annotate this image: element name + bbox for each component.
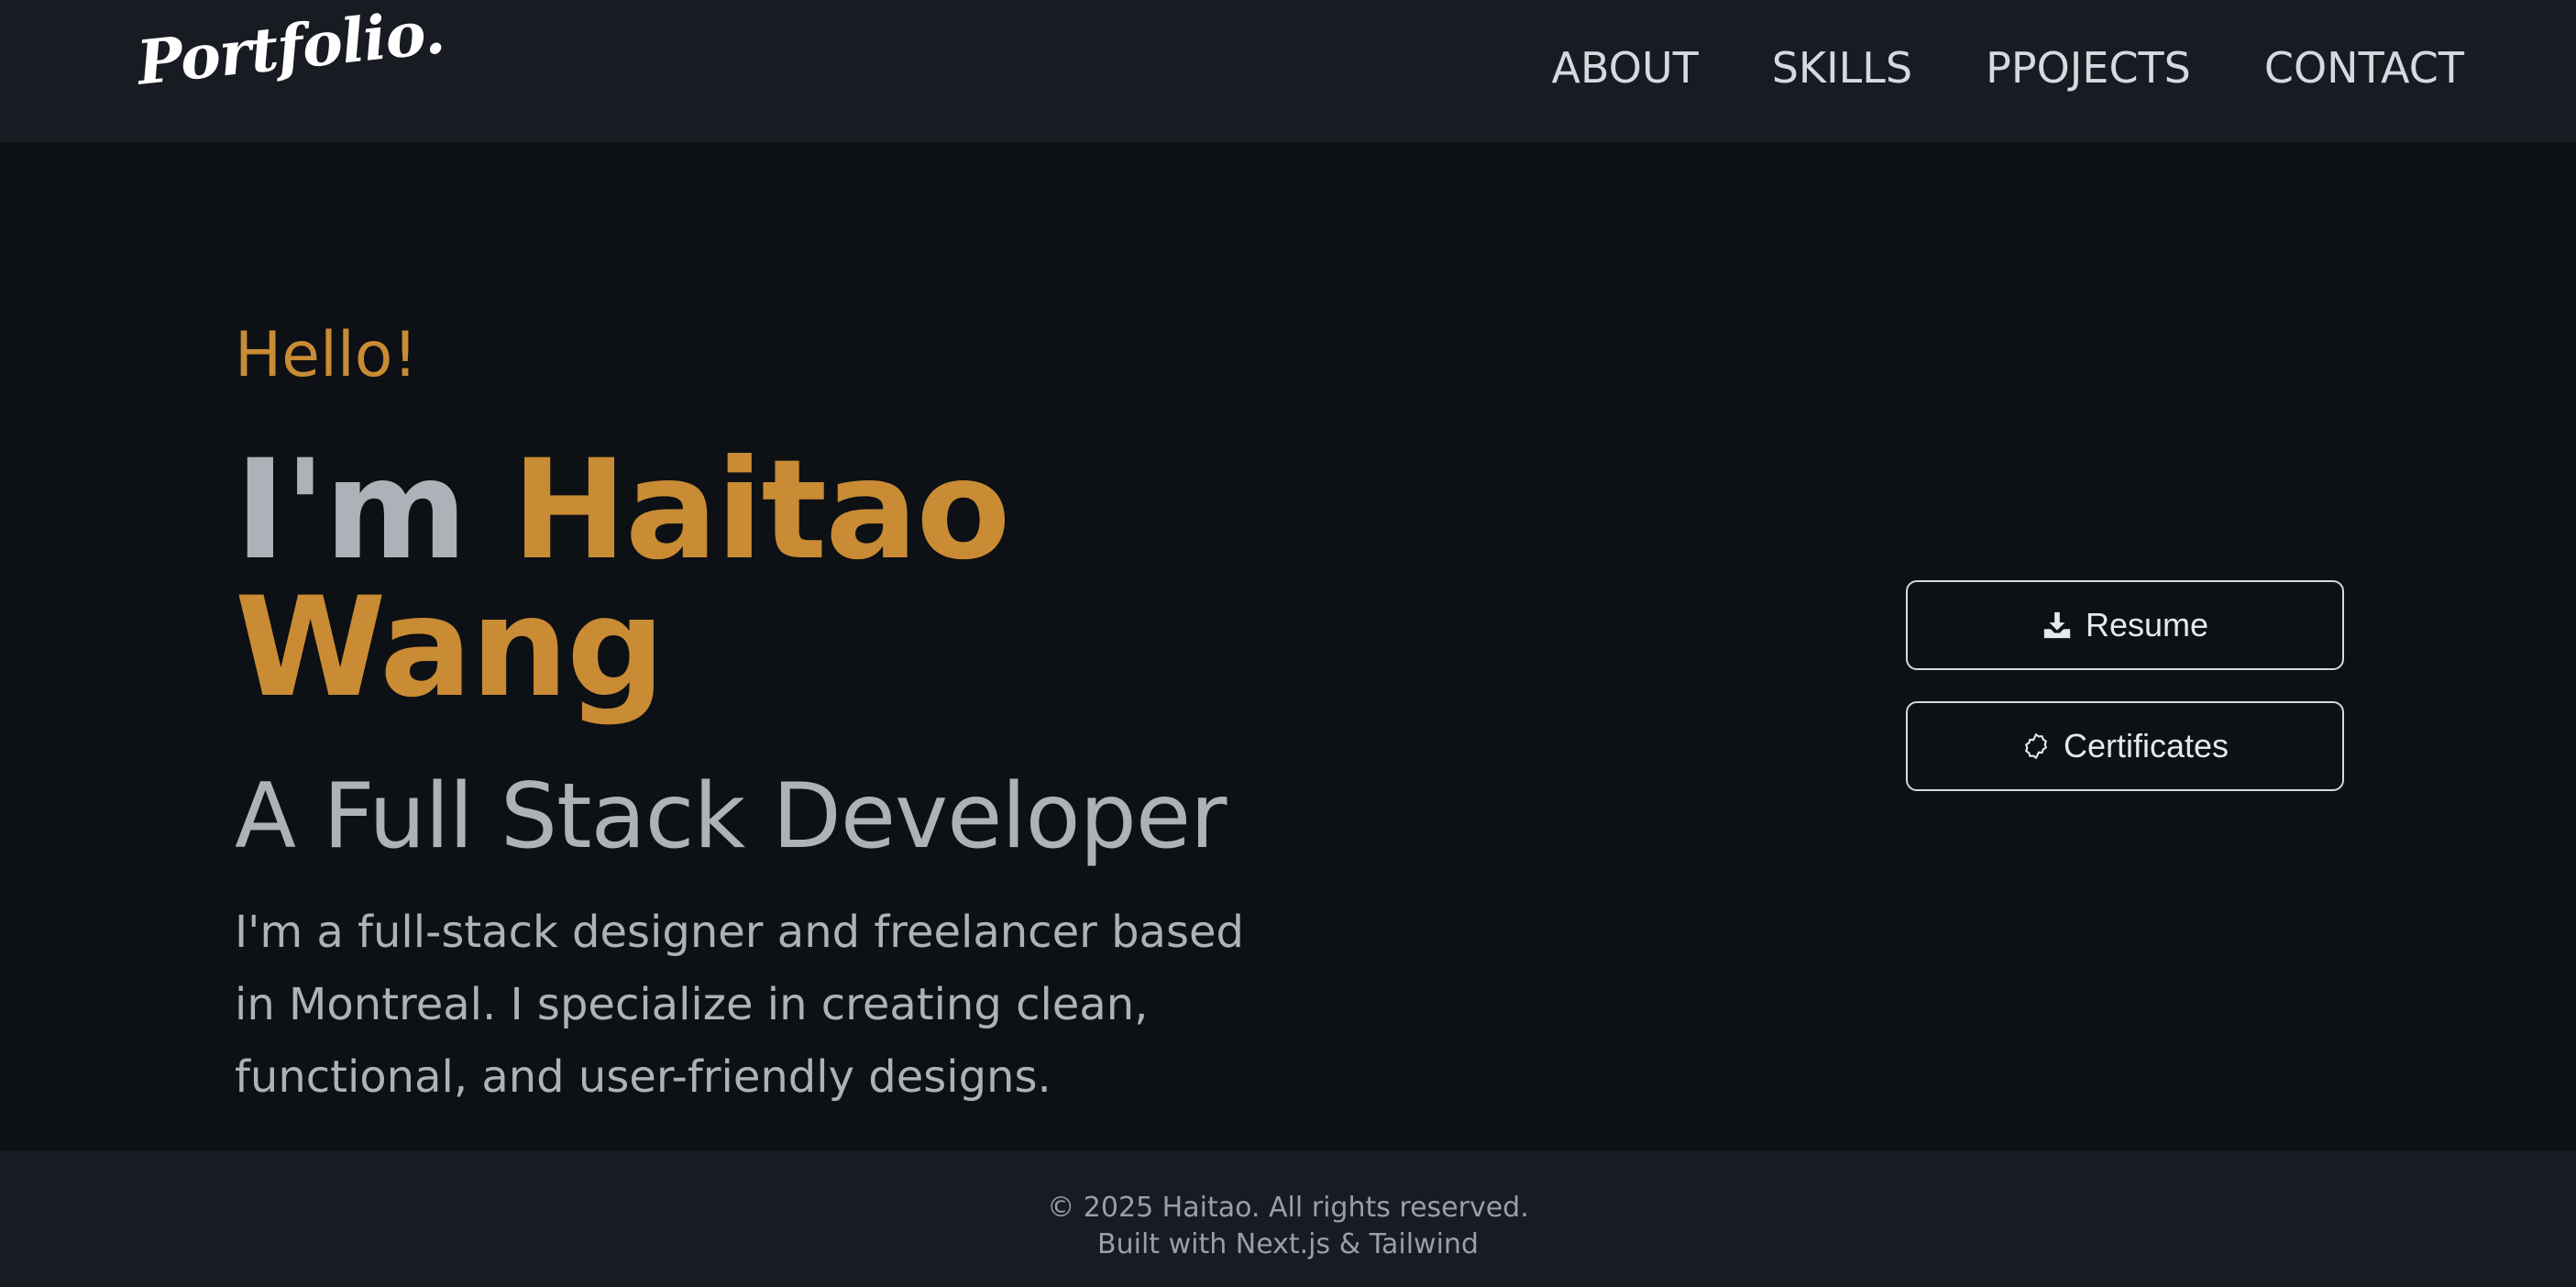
hero-name: I'm Haitao Wang	[235, 442, 1060, 717]
page: Portfolio. ABOUT SKILLS PPOJECTS CONTACT…	[0, 0, 2576, 1287]
logo[interactable]: Portfolio.	[134, 0, 447, 99]
copyright-text: © 2025 Haitao. All rights reserved.	[1047, 1192, 1529, 1224]
certificates-label: Certificates	[2063, 727, 2229, 764]
resume-button[interactable]: Resume	[1906, 580, 2344, 670]
nav-item-projects[interactable]: PPOJECTS	[1986, 40, 2191, 95]
site-footer: © 2025 Haitao. All rights reserved. Buil…	[0, 1151, 2576, 1287]
nav-item-about[interactable]: ABOUT	[1552, 40, 1699, 95]
hero-description: I'm a full-stack designer and freelancer…	[235, 907, 1244, 1103]
built-with-text: Built with Next.js & Tailwind	[1097, 1228, 1479, 1260]
role-title: A Full Stack Developer	[235, 764, 1227, 869]
greeting: Hello!	[235, 319, 418, 391]
main-nav: ABOUT SKILLS PPOJECTS CONTACT	[1552, 40, 2464, 95]
nav-item-skills[interactable]: SKILLS	[1772, 40, 1912, 95]
badge-icon	[2021, 732, 2051, 761]
resume-label: Resume	[2085, 606, 2209, 644]
site-header: Portfolio. ABOUT SKILLS PPOJECTS CONTACT	[0, 0, 2576, 142]
name-prefix: I'm	[235, 431, 468, 590]
download-icon	[2042, 610, 2073, 641]
nav-item-contact[interactable]: CONTACT	[2264, 40, 2464, 95]
certificates-button[interactable]: Certificates	[1906, 701, 2344, 791]
